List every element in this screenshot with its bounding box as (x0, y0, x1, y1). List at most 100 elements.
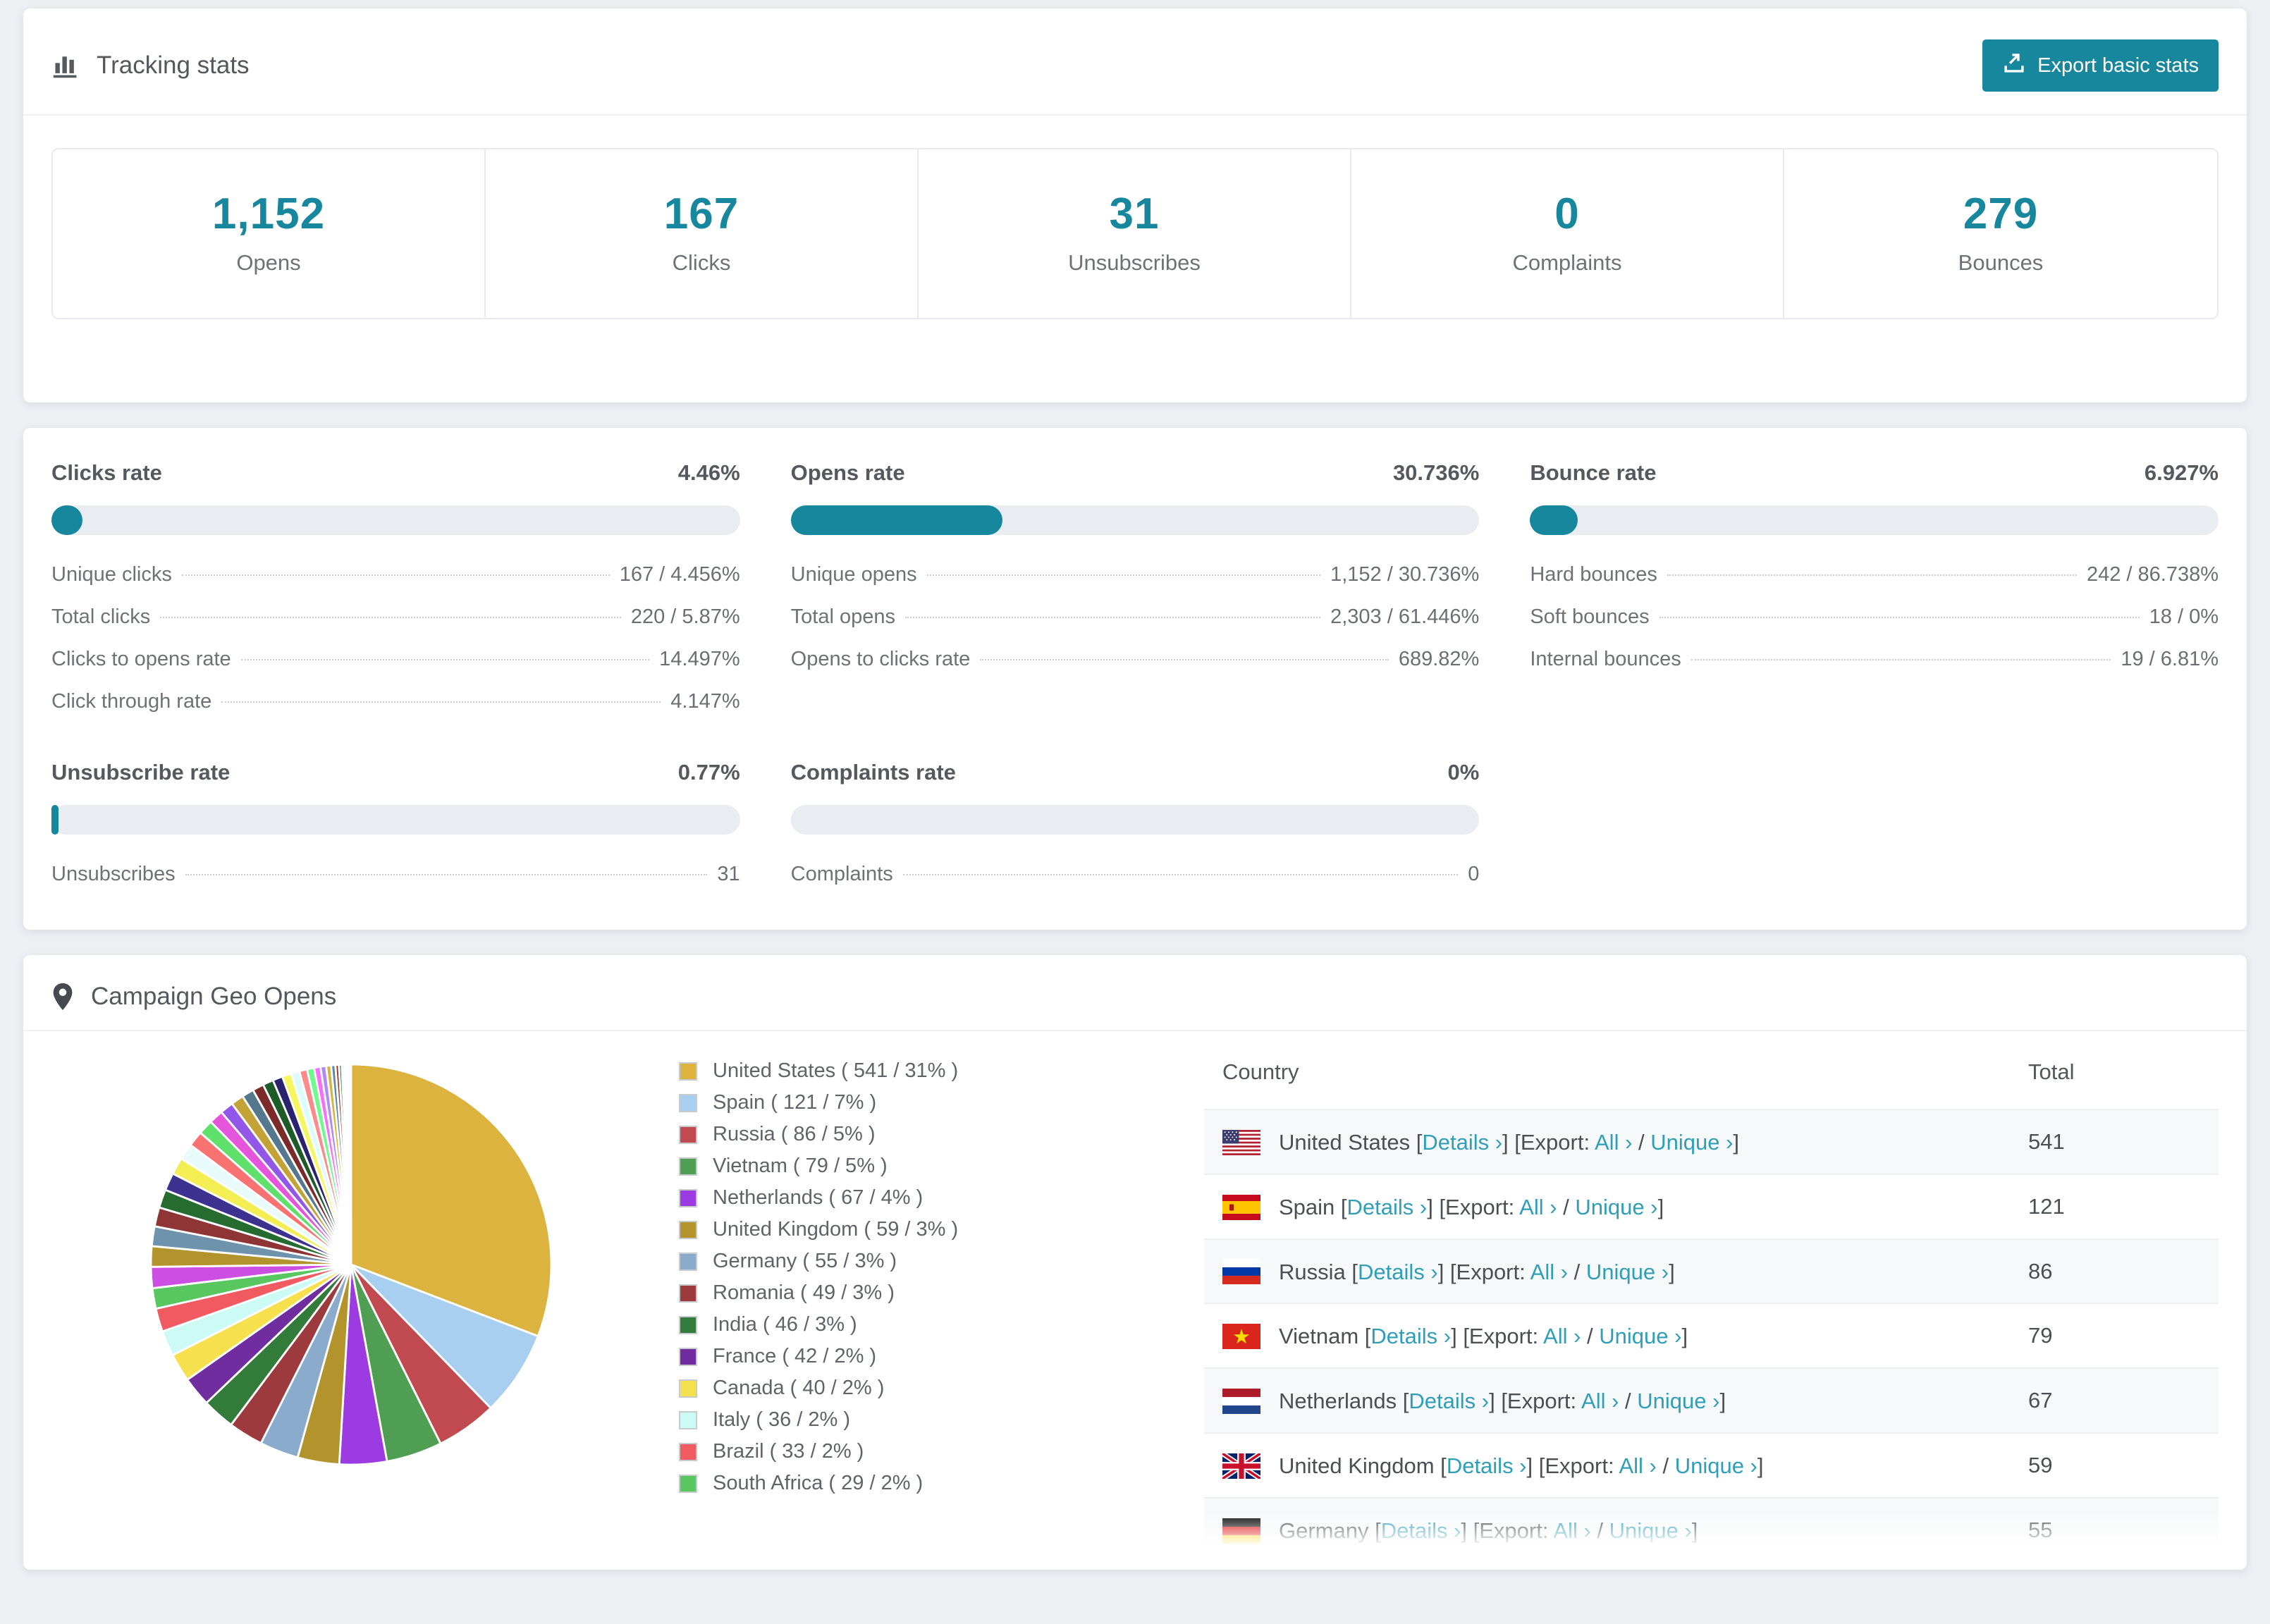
details-link-germany[interactable]: Details › (1381, 1518, 1461, 1543)
summary-stat-clicks: 167 Clicks (486, 149, 919, 318)
stat-label: Complaints (1512, 250, 1622, 275)
details-link-russia[interactable]: Details › (1358, 1259, 1438, 1284)
rate-rows: Unique clicks 167 / 4.456% Total clicks 220… (51, 563, 740, 713)
rate-row-label: Total clicks (51, 605, 151, 628)
country-flag-icon-nl (1222, 1389, 1260, 1415)
country-cell: Netherlands [Details ›] [Export: All › /… (1204, 1368, 2010, 1433)
country-cell: Germany [Details ›] [Export: All › / Uni… (1204, 1498, 2010, 1562)
rate-row-total-opens: Total opens 2,303 / 61.446% (791, 605, 1480, 629)
card-rates: Clicks rate 4.46% Unique clicks 167 / 4.456… (23, 428, 2247, 930)
rate-row-clicks-to-opens-rate: Clicks to opens rate 14.497% (51, 648, 740, 671)
summary-stat-opens: 1,152 Opens (53, 149, 486, 318)
country-name: United States [Details ›] [Export: All ›… (1279, 1129, 1740, 1155)
rate-title: Complaints rate (790, 760, 956, 785)
export-unique-link-germany[interactable]: Unique › (1609, 1518, 1692, 1543)
legend-item-brazil: Brazil ( 33 / 2% ) (679, 1440, 1204, 1463)
progress-fill (790, 505, 1002, 535)
country-cell: United Kingdom [Details ›] [Export: All … (1204, 1433, 2010, 1498)
legend-item-united-kingdom: United Kingdom ( 59 / 3% ) (679, 1218, 1204, 1241)
legend-label: France ( 42 / 2% ) (713, 1345, 877, 1367)
rate-title: Clicks rate (51, 460, 162, 485)
details-link-united-states[interactable]: Details › (1422, 1130, 1502, 1155)
export-unique-link-united-kingdom[interactable]: Unique › (1675, 1453, 1757, 1478)
summary-stat-bounces: 279 Bounces (1784, 149, 2217, 318)
export-all-link-spain[interactable]: All › (1519, 1195, 1557, 1219)
rate-block-bounce-rate: Bounce rate 6.927% Hard bounces 242 / 86.73… (1530, 460, 2219, 713)
details-link-netherlands[interactable]: Details › (1409, 1389, 1489, 1413)
export-all-link-russia[interactable]: All › (1530, 1259, 1568, 1284)
rate-percent: 30.736% (1392, 460, 1480, 485)
export-unique-link-united-states[interactable]: Unique › (1650, 1130, 1733, 1155)
pie-slice-47 (349, 1063, 352, 1266)
progress-track (790, 805, 1480, 835)
map-pin-icon (51, 982, 74, 1011)
country-name: Vietnam [Details ›] [Export: All › / Uni… (1279, 1324, 1688, 1349)
rate-row-complaints: Complaints 0 (791, 863, 1480, 886)
progress-track (51, 805, 740, 835)
rate-row-unsubscribes: Unsubscribes 31 (51, 863, 740, 886)
country-cell: Russia [Details ›] [Export: All › / Uniq… (1204, 1239, 2010, 1304)
rate-row-value: 689.82% (1398, 648, 1480, 670)
legend-label: India ( 46 / 3% ) (713, 1313, 857, 1336)
rate-row-opens-to-clicks-rate: Opens to clicks rate 689.82% (791, 648, 1480, 671)
stat-label: Bounces (1958, 250, 2044, 275)
geo-table-header-total: Total (2028, 1059, 2075, 1084)
export-unique-link-netherlands[interactable]: Unique › (1637, 1389, 1719, 1413)
table-row-united-states: United States [Details ›] [Export: All ›… (1204, 1109, 2219, 1174)
progress-track (51, 505, 740, 535)
legend-item-south-africa: South Africa ( 29 / 2% ) (679, 1472, 1204, 1495)
rate-row-value: 14.497% (659, 648, 740, 670)
rate-row-label: Unique opens (790, 563, 917, 586)
dotted-leader (240, 659, 650, 660)
rate-row-label: Complaints (790, 863, 893, 885)
rate-row-click-through-rate: Click through rate 4.147% (51, 690, 740, 713)
export-all-link-united-kingdom[interactable]: All › (1619, 1453, 1656, 1478)
table-row-russia: Russia [Details ›] [Export: All › / Uniq… (1204, 1238, 2219, 1304)
rate-row-value: 31 (717, 863, 740, 885)
country-flag-icon-us (1222, 1129, 1260, 1155)
legend-label: Canada ( 40 / 2% ) (713, 1377, 885, 1399)
table-row-united-kingdom: United Kingdom [Details ›] [Export: All … (1204, 1433, 2219, 1498)
geo-legend: United States ( 541 / 31% ) Spain ( 121 /… (651, 1031, 1204, 1503)
export-all-link-vietnam[interactable]: All › (1543, 1324, 1581, 1348)
legend-item-romania: Romania ( 49 / 3% ) (679, 1281, 1204, 1305)
export-all-link-united-states[interactable]: All › (1595, 1130, 1632, 1155)
tracking-stats-header: Tracking stats Export basic stats (23, 8, 2247, 116)
rate-percent: 6.927% (2144, 460, 2219, 485)
export-basic-stats-button[interactable]: Export basic stats (1982, 39, 2219, 92)
stat-value: 279 (1963, 190, 2039, 238)
total-value: 79 (2028, 1323, 2053, 1348)
rates-grid: Clicks rate 4.46% Unique clicks 167 / 4.456… (51, 460, 2219, 886)
dotted-leader (181, 574, 610, 576)
dotted-leader (980, 659, 1389, 660)
legend-swatch (679, 1474, 697, 1493)
tracking-stats-title-wrap: Tracking stats (51, 51, 250, 80)
country-name: Netherlands [Details ›] [Export: All › /… (1279, 1389, 1726, 1414)
rate-row-label: Soft bounces (1530, 605, 1650, 628)
details-link-united-kingdom[interactable]: Details › (1447, 1453, 1527, 1478)
total-value: 86 (2028, 1258, 2053, 1284)
dotted-leader (185, 874, 708, 875)
legend-swatch (679, 1157, 697, 1176)
details-link-vietnam[interactable]: Details › (1370, 1324, 1451, 1348)
rate-block-complaints-rate: Complaints rate 0% Complaints 0 (790, 760, 1480, 886)
country-cell: United States [Details ›] [Export: All ›… (1204, 1109, 2010, 1174)
export-all-link-germany[interactable]: All › (1553, 1518, 1590, 1543)
export-unique-link-russia[interactable]: Unique › (1586, 1259, 1669, 1284)
details-link-spain[interactable]: Details › (1347, 1195, 1428, 1219)
rate-percent: 4.46% (677, 460, 740, 485)
stat-value: 1,152 (211, 190, 326, 238)
geo-body: United States ( 541 / 31% ) Spain ( 121 /… (23, 1031, 2247, 1562)
rate-head: Complaints rate 0% (791, 760, 1480, 785)
legend-label: United States ( 541 / 31% ) (713, 1059, 959, 1082)
rate-row-value: 4.147% (670, 690, 740, 713)
export-button-label: Export basic stats (2037, 54, 2199, 77)
rate-percent: 0% (1447, 760, 1480, 785)
summary-stat-unsubscribes: 31 Unsubscribes (919, 149, 1351, 318)
geo-header: Campaign Geo Opens (23, 955, 2247, 1031)
export-all-link-netherlands[interactable]: All › (1581, 1389, 1619, 1413)
rate-title: Unsubscribe rate (51, 760, 231, 785)
summary-stats-row: 1,152 Opens 167 Clicks 31 Unsubscribes 0 Compla… (51, 148, 2219, 319)
export-unique-link-spain[interactable]: Unique › (1575, 1195, 1657, 1219)
export-unique-link-vietnam[interactable]: Unique › (1599, 1324, 1681, 1348)
